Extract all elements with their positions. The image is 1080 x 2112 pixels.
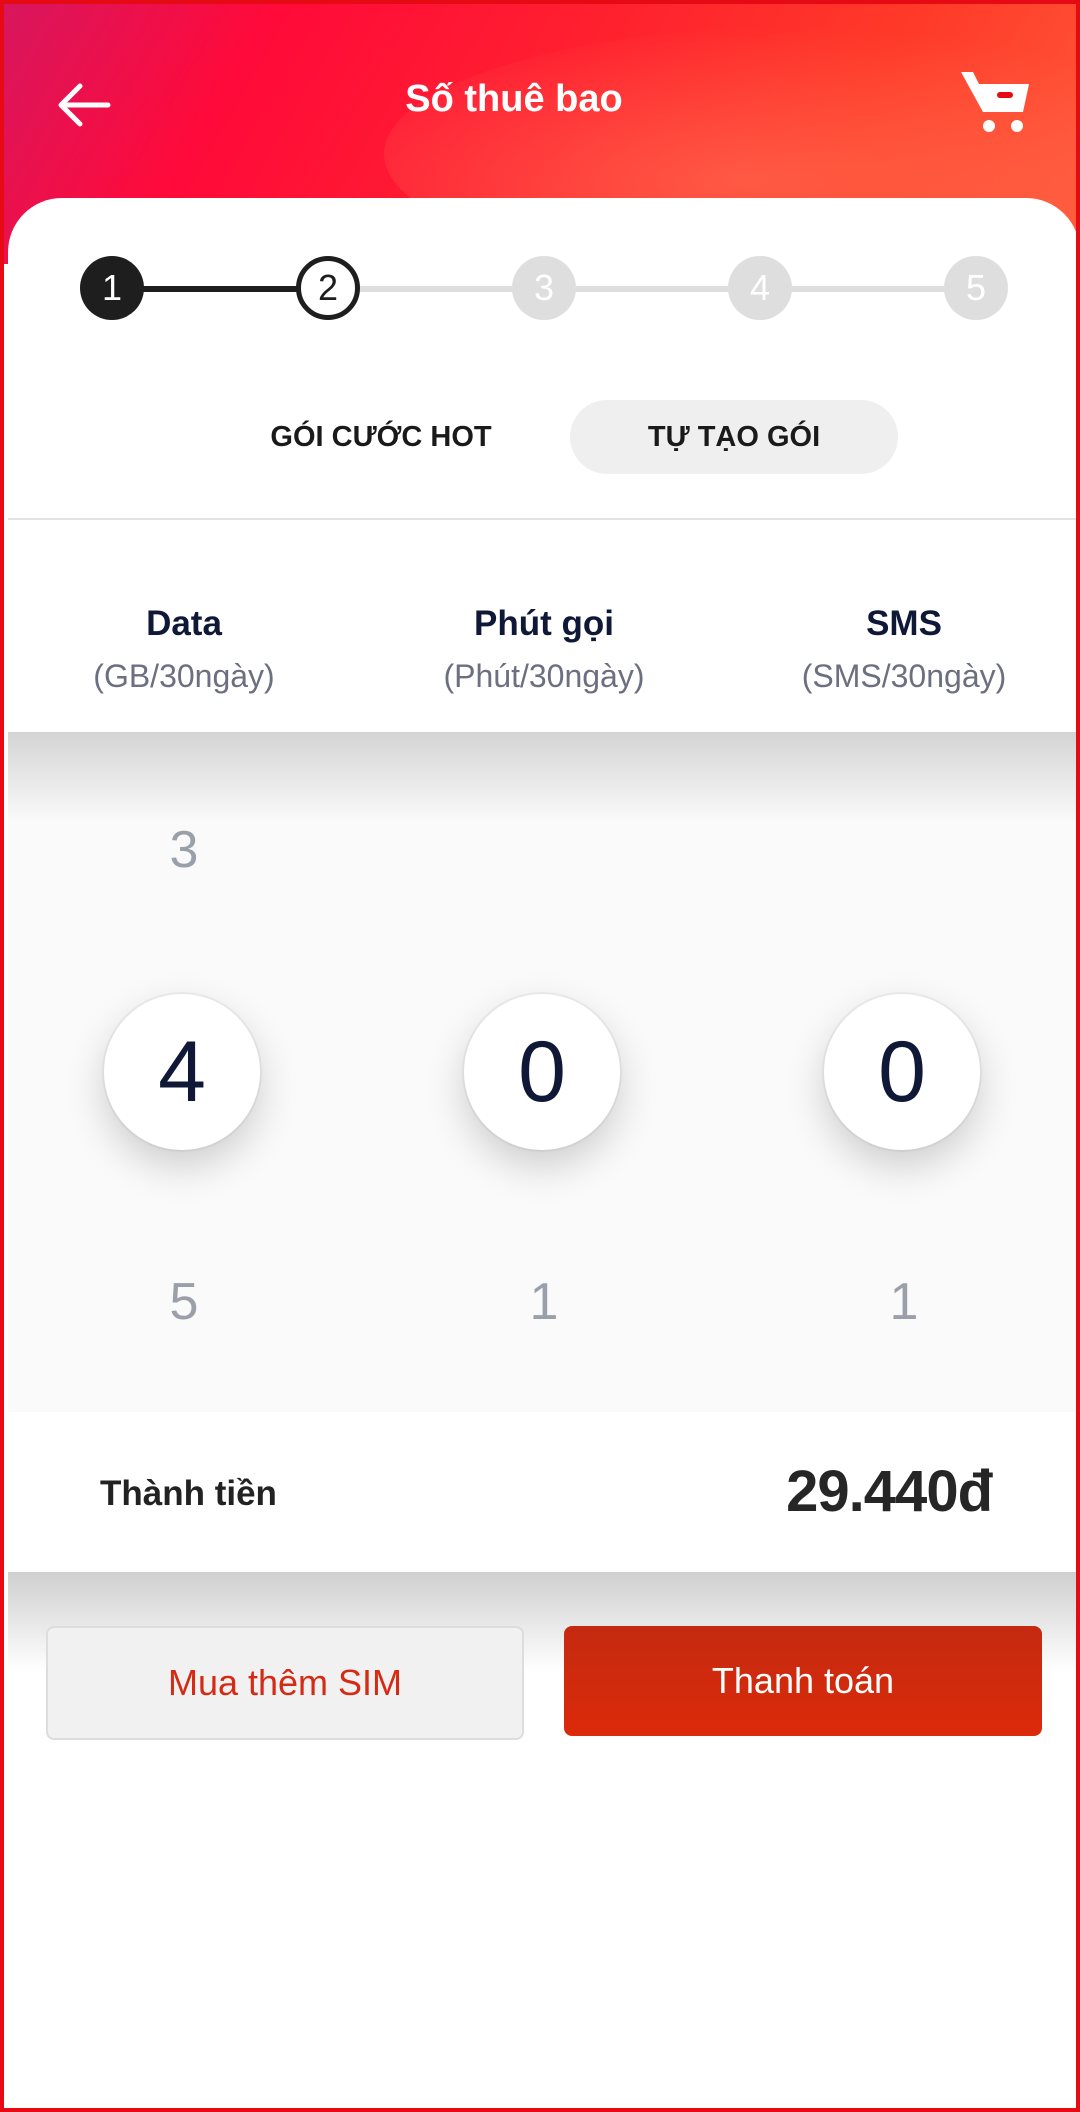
step-3: 3 bbox=[512, 256, 576, 320]
column-header-sms: SMS (SMS/30ngày) bbox=[724, 604, 1076, 695]
column-unit: (SMS/30ngày) bbox=[801, 658, 1007, 694]
tab-hot-packages[interactable]: GÓI CƯỚC HOT bbox=[236, 400, 526, 474]
app-screen: Số thuê bao 1 2 3 4 5 GÓI CƯỚC HOT TỰ TẠ… bbox=[0, 0, 1080, 2112]
picker-shadow bbox=[8, 732, 1076, 822]
column-title: SMS bbox=[866, 604, 942, 643]
total-label: Thành tiền bbox=[100, 1474, 277, 1513]
step-5: 5 bbox=[944, 256, 1008, 320]
step-4: 4 bbox=[728, 256, 792, 320]
buy-more-sim-button[interactable]: Mua thêm SIM bbox=[46, 1626, 524, 1740]
total-amount: 29.440đ bbox=[786, 1459, 993, 1524]
sms-value-wheel[interactable]: 0 bbox=[824, 994, 980, 1150]
total-row: Thành tiền 29.440đ bbox=[8, 1412, 1076, 1572]
data-next-value[interactable]: 5 bbox=[8, 1272, 364, 1332]
minutes-next-value[interactable]: 1 bbox=[364, 1272, 724, 1332]
quantity-picker: 3 4 5 0 1 0 1 bbox=[8, 732, 1076, 1412]
column-header-data: Data (GB/30ngày) bbox=[4, 604, 364, 695]
package-tabs: GÓI CƯỚC HOT TỰ TẠO GÓI bbox=[4, 400, 1076, 474]
data-value-wheel[interactable]: 4 bbox=[104, 994, 260, 1150]
tab-custom-package[interactable]: TỰ TẠO GÓI bbox=[570, 400, 898, 474]
pay-button[interactable]: Thanh toán bbox=[564, 1626, 1042, 1736]
column-title: Data bbox=[146, 604, 222, 643]
column-title: Phút gọi bbox=[474, 604, 614, 643]
step-1: 1 bbox=[80, 256, 144, 320]
divider bbox=[8, 518, 1076, 520]
column-unit: (GB/30ngày) bbox=[93, 658, 275, 694]
column-unit: (Phút/30ngày) bbox=[443, 658, 645, 694]
progress-stepper: 1 2 3 4 5 bbox=[80, 256, 1008, 320]
page-title: Số thuê bao bbox=[405, 78, 623, 120]
stepper-line-pending bbox=[328, 286, 976, 292]
data-prev-value[interactable]: 3 bbox=[8, 820, 364, 880]
column-header-minutes: Phút gọi (Phút/30ngày) bbox=[364, 604, 724, 695]
step-2: 2 bbox=[296, 256, 360, 320]
sms-next-value[interactable]: 1 bbox=[724, 1272, 1076, 1332]
cart-icon[interactable] bbox=[959, 66, 1033, 140]
minutes-value-wheel[interactable]: 0 bbox=[464, 994, 620, 1150]
